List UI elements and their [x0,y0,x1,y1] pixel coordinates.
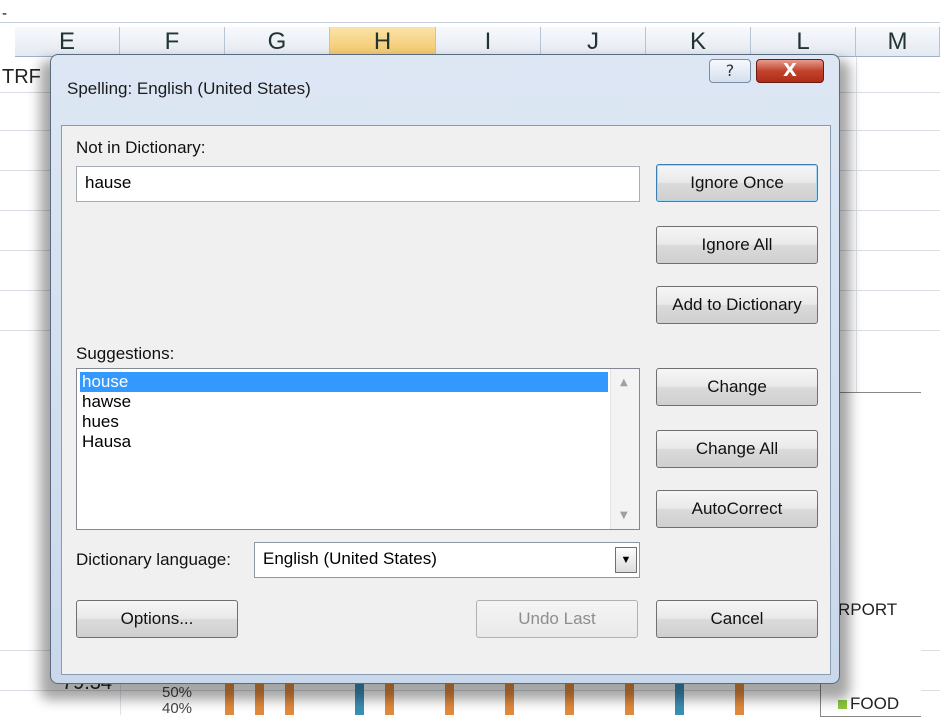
change-all-button[interactable]: Change All [656,430,818,468]
dictionary-language-select[interactable]: English (United States) ▼ [254,542,640,578]
suggestion-item-hues[interactable]: hues [80,412,119,432]
suggestion-item-hawse[interactable]: hawse [80,392,131,412]
suggestion-item-hausa[interactable]: Hausa [80,432,131,452]
options-button[interactable]: Options... [76,600,238,638]
column-header-m[interactable]: M [856,27,940,57]
suggestions-list[interactable]: house hawse hues Hausa ▲ ▼ [76,368,640,530]
chart-legend-food: FOOD [838,694,899,714]
column-header-e[interactable]: E [15,27,120,57]
column-header-i[interactable]: I [436,27,541,57]
close-button[interactable]: X [756,59,824,83]
not-in-dictionary-field[interactable]: hause [76,166,640,202]
cancel-button[interactable]: Cancel [656,600,818,638]
top-dash-text: - [2,6,8,22]
chart-axis-label-40: 40% [162,700,193,717]
column-header-l[interactable]: L [751,27,856,57]
close-icon: X [783,60,797,81]
cell-trf[interactable]: TRF [2,66,41,89]
column-header-g[interactable]: G [225,27,330,57]
ignore-all-button[interactable]: Ignore All [656,226,818,264]
change-button[interactable]: Change [656,368,818,406]
column-header-f[interactable]: F [120,27,225,57]
suggestions-label: Suggestions: [76,344,175,363]
ribbon-divider [0,22,940,23]
ignore-once-button[interactable]: Ignore Once [656,164,818,202]
legend-swatch [838,700,847,709]
dialog-title: Spelling: English (United States) [67,79,311,98]
window-top-strip: - [0,0,940,24]
scroll-down-icon[interactable]: ▼ [620,510,628,521]
dictionary-language-label: Dictionary language: [76,550,231,569]
dialog-body: Not in Dictionary: hause Suggestions: ho… [61,125,831,675]
suggestion-item-house[interactable]: house [80,372,608,392]
suggestions-scrollbar[interactable]: ▲ ▼ [610,369,639,529]
autocorrect-button[interactable]: AutoCorrect [656,490,818,528]
help-button[interactable]: ? [709,59,751,83]
add-to-dictionary-button[interactable]: Add to Dictionary [656,286,818,324]
dictionary-language-value: English (United States) [263,549,437,568]
undo-last-button: Undo Last [476,600,638,638]
scroll-up-icon[interactable]: ▲ [620,377,628,388]
help-icon: ? [725,61,735,80]
column-header-k[interactable]: K [646,27,751,57]
column-header-j[interactable]: J [541,27,646,57]
spelling-dialog: Spelling: English (United States) ? X No… [50,54,840,684]
dropdown-arrow-icon[interactable]: ▼ [615,547,637,573]
column-header-h[interactable]: H [330,27,436,57]
not-in-dictionary-label: Not in Dictionary: [76,138,206,157]
chart-legend-food-label: FOOD [850,694,900,713]
